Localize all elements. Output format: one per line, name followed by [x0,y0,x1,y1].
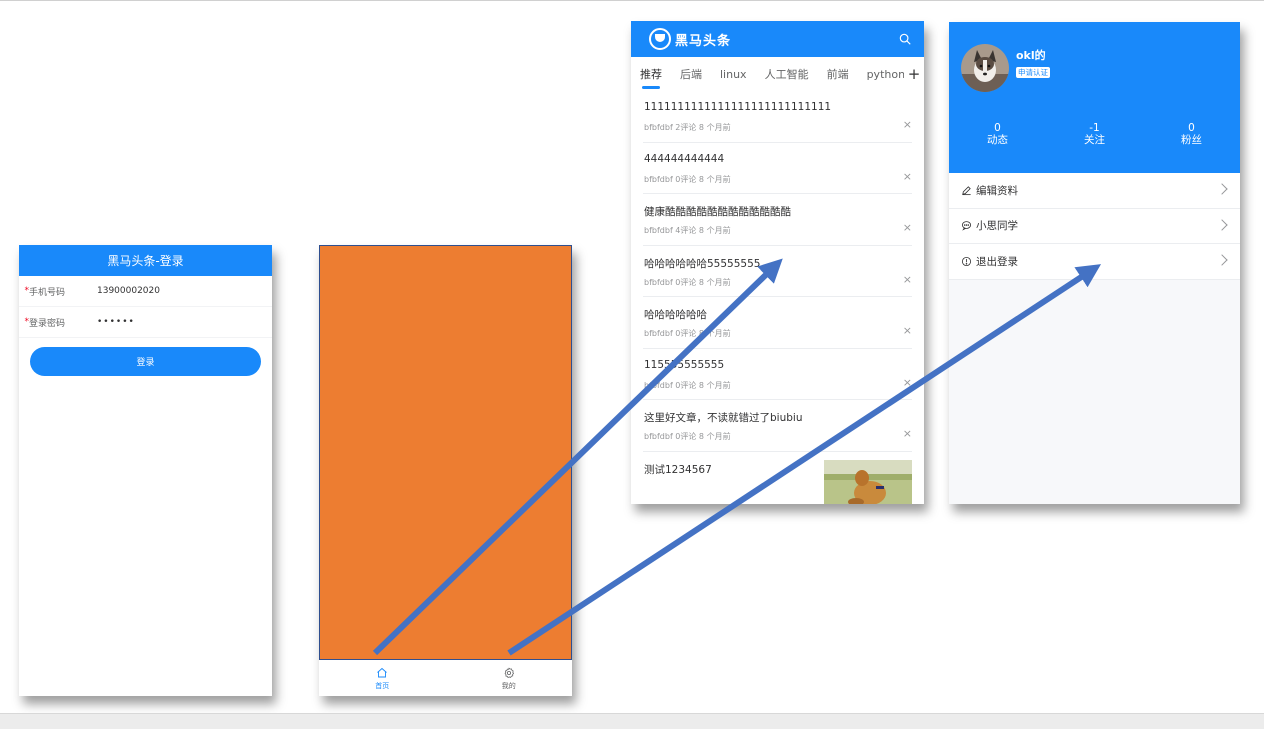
article-title: 这里好文章，不读就错过了biubiu [644,412,803,424]
article-meta: bfbfdbf 0评论 8 个月前 [644,329,731,338]
login-nav-bar: 黑马头条-登录 [19,245,272,276]
close-icon[interactable]: × [903,376,912,389]
article-item[interactable]: 哈哈哈哈哈哈55555555 bfbfdbf 0评论 8 个月前 × [643,246,912,297]
apply-badge[interactable]: 申请认证 [1016,67,1050,78]
tab-frontend[interactable]: 前端 [818,57,858,91]
home-nav-bar: 黑马头条 [631,21,924,57]
tab-mine-label: 我的 [501,681,516,690]
window-bottom-bar [0,713,1264,729]
stat-label: 动态 [987,134,1008,146]
content-placeholder [319,245,572,660]
tab-bar: 首页 我的 [319,661,572,696]
article-title: 444444444444 [644,152,725,165]
user-name: okl的 [1016,49,1046,62]
article-item[interactable]: 测试1234567 [643,452,912,504]
stat-count: 0 [1188,122,1195,134]
phone-label: 手机号码 [29,287,66,298]
tab-mine[interactable]: 我的 [446,661,573,696]
article-item[interactable]: 115555555555 bfbfdbf 0评论 8 个月前 × [643,349,912,400]
required-mark: * [24,286,30,296]
home-screen: 黑马头条 推荐 后端 linux 人工智能 前端 python + 111111… [631,21,924,504]
stats-row: 0 动态 -1 关注 0 粉丝 [949,122,1240,146]
tab-linux[interactable]: linux [711,57,756,91]
home-icon [377,667,388,677]
login-screen: 黑马头条-登录 * 手机号码 13900002020 * 登录密码 ••••••… [19,245,272,696]
menu-xiaosi[interactable]: 小思同学 [949,209,1240,244]
close-icon[interactable]: × [903,324,912,337]
close-icon[interactable]: × [903,427,912,440]
article-title: 哈哈哈哈哈哈 [644,309,707,321]
phone-input[interactable]: 13900002020 [97,286,160,296]
stat-posts[interactable]: 0 动态 [949,122,1046,146]
stat-label: 粉丝 [1181,134,1202,146]
article-list: 1111111111111111111111111111 bfbfdbf 2评论… [631,91,924,504]
stat-fans[interactable]: 0 粉丝 [1143,122,1240,146]
article-item[interactable]: 1111111111111111111111111111 bfbfdbf 2评论… [643,91,912,143]
menu-label: 退出登录 [976,255,1018,268]
article-thumbnail [824,459,912,504]
menu-label: 编辑资料 [976,184,1018,197]
profile-header: okl的 申请认证 0 动态 -1 关注 0 粉丝 [949,22,1240,173]
article-item[interactable]: 健康酷酷酷酷酷酷酷酷酷酷酷酷 bfbfdbf 4评论 8 个月前 × [643,194,912,246]
article-meta: bfbfdbf 2评论 8 个月前 [644,123,731,132]
top-border [0,0,1264,1]
tab-recommend[interactable]: 推荐 [631,57,671,91]
add-channel-button[interactable]: + [904,57,924,91]
menu-label: 小思同学 [976,220,1018,233]
brand-title: 黑马头条 [675,33,732,49]
close-icon[interactable]: × [903,221,912,234]
close-icon[interactable]: × [903,273,912,286]
chevron-right-icon [1216,183,1228,195]
article-title: 哈哈哈哈哈哈55555555 [644,257,761,270]
article-meta: bfbfdbf 0评论 8 个月前 [644,277,731,287]
close-icon[interactable]: × [903,118,912,131]
profile-screen: okl的 申请认证 0 动态 -1 关注 0 粉丝 编辑资料 小思同学 退出登录 [949,22,1240,504]
password-input[interactable]: •••••• [97,317,135,327]
article-title: 1111111111111111111111111111 [644,101,832,113]
logo-icon [649,28,671,50]
chevron-right-icon [1216,254,1228,266]
close-icon[interactable]: × [903,170,912,183]
stat-count: -1 [1089,122,1100,134]
info-icon [961,256,972,266]
channel-tabs: 推荐 后端 linux 人工智能 前端 python + [631,57,924,91]
article-meta: bfbfdbf 0评论 8 个月前 [644,380,731,390]
tab-backend[interactable]: 后端 [671,57,711,91]
login-button[interactable]: 登录 [30,347,261,376]
stat-label: 关注 [1084,134,1105,146]
tab-ai[interactable]: 人工智能 [756,57,818,91]
layout-screen: 首页 我的 [319,245,572,696]
edit-icon [962,185,971,195]
article-item[interactable]: 这里好文章，不读就错过了biubiu bfbfdbf 0评论 8 个月前 × [643,400,912,452]
stat-following[interactable]: -1 关注 [1046,122,1143,146]
article-item[interactable]: 哈哈哈哈哈哈 bfbfdbf 0评论 8 个月前 × [643,297,912,349]
password-field[interactable]: * 登录密码 •••••• [19,307,272,338]
password-label: 登录密码 [29,318,66,329]
article-meta: bfbfdbf 4评论 8 个月前 [644,226,731,235]
article-title: 测试1234567 [644,463,712,476]
tab-home[interactable]: 首页 [319,661,446,696]
gear-icon [504,667,514,678]
chat-icon [961,221,972,231]
tab-home-label: 首页 [375,681,390,690]
article-title: 健康酷酷酷酷酷酷酷酷酷酷酷酷 [644,206,791,218]
required-mark: * [24,317,30,327]
search-icon[interactable] [898,32,912,46]
login-title: 黑马头条-登录 [107,254,184,268]
article-item[interactable]: 444444444444 bfbfdbf 0评论 8 个月前 × [643,143,912,194]
avatar[interactable] [961,44,1009,92]
profile-menu: 编辑资料 小思同学 退出登录 [949,173,1240,280]
menu-edit-profile[interactable]: 编辑资料 [949,173,1240,209]
article-title: 115555555555 [644,358,725,371]
article-meta: bfbfdbf 0评论 8 个月前 [644,174,731,184]
article-meta: bfbfdbf 0评论 8 个月前 [644,432,731,441]
stat-count: 0 [994,122,1001,134]
chevron-right-icon [1216,218,1228,231]
phone-field[interactable]: * 手机号码 13900002020 [19,276,272,307]
menu-logout[interactable]: 退出登录 [949,244,1240,280]
